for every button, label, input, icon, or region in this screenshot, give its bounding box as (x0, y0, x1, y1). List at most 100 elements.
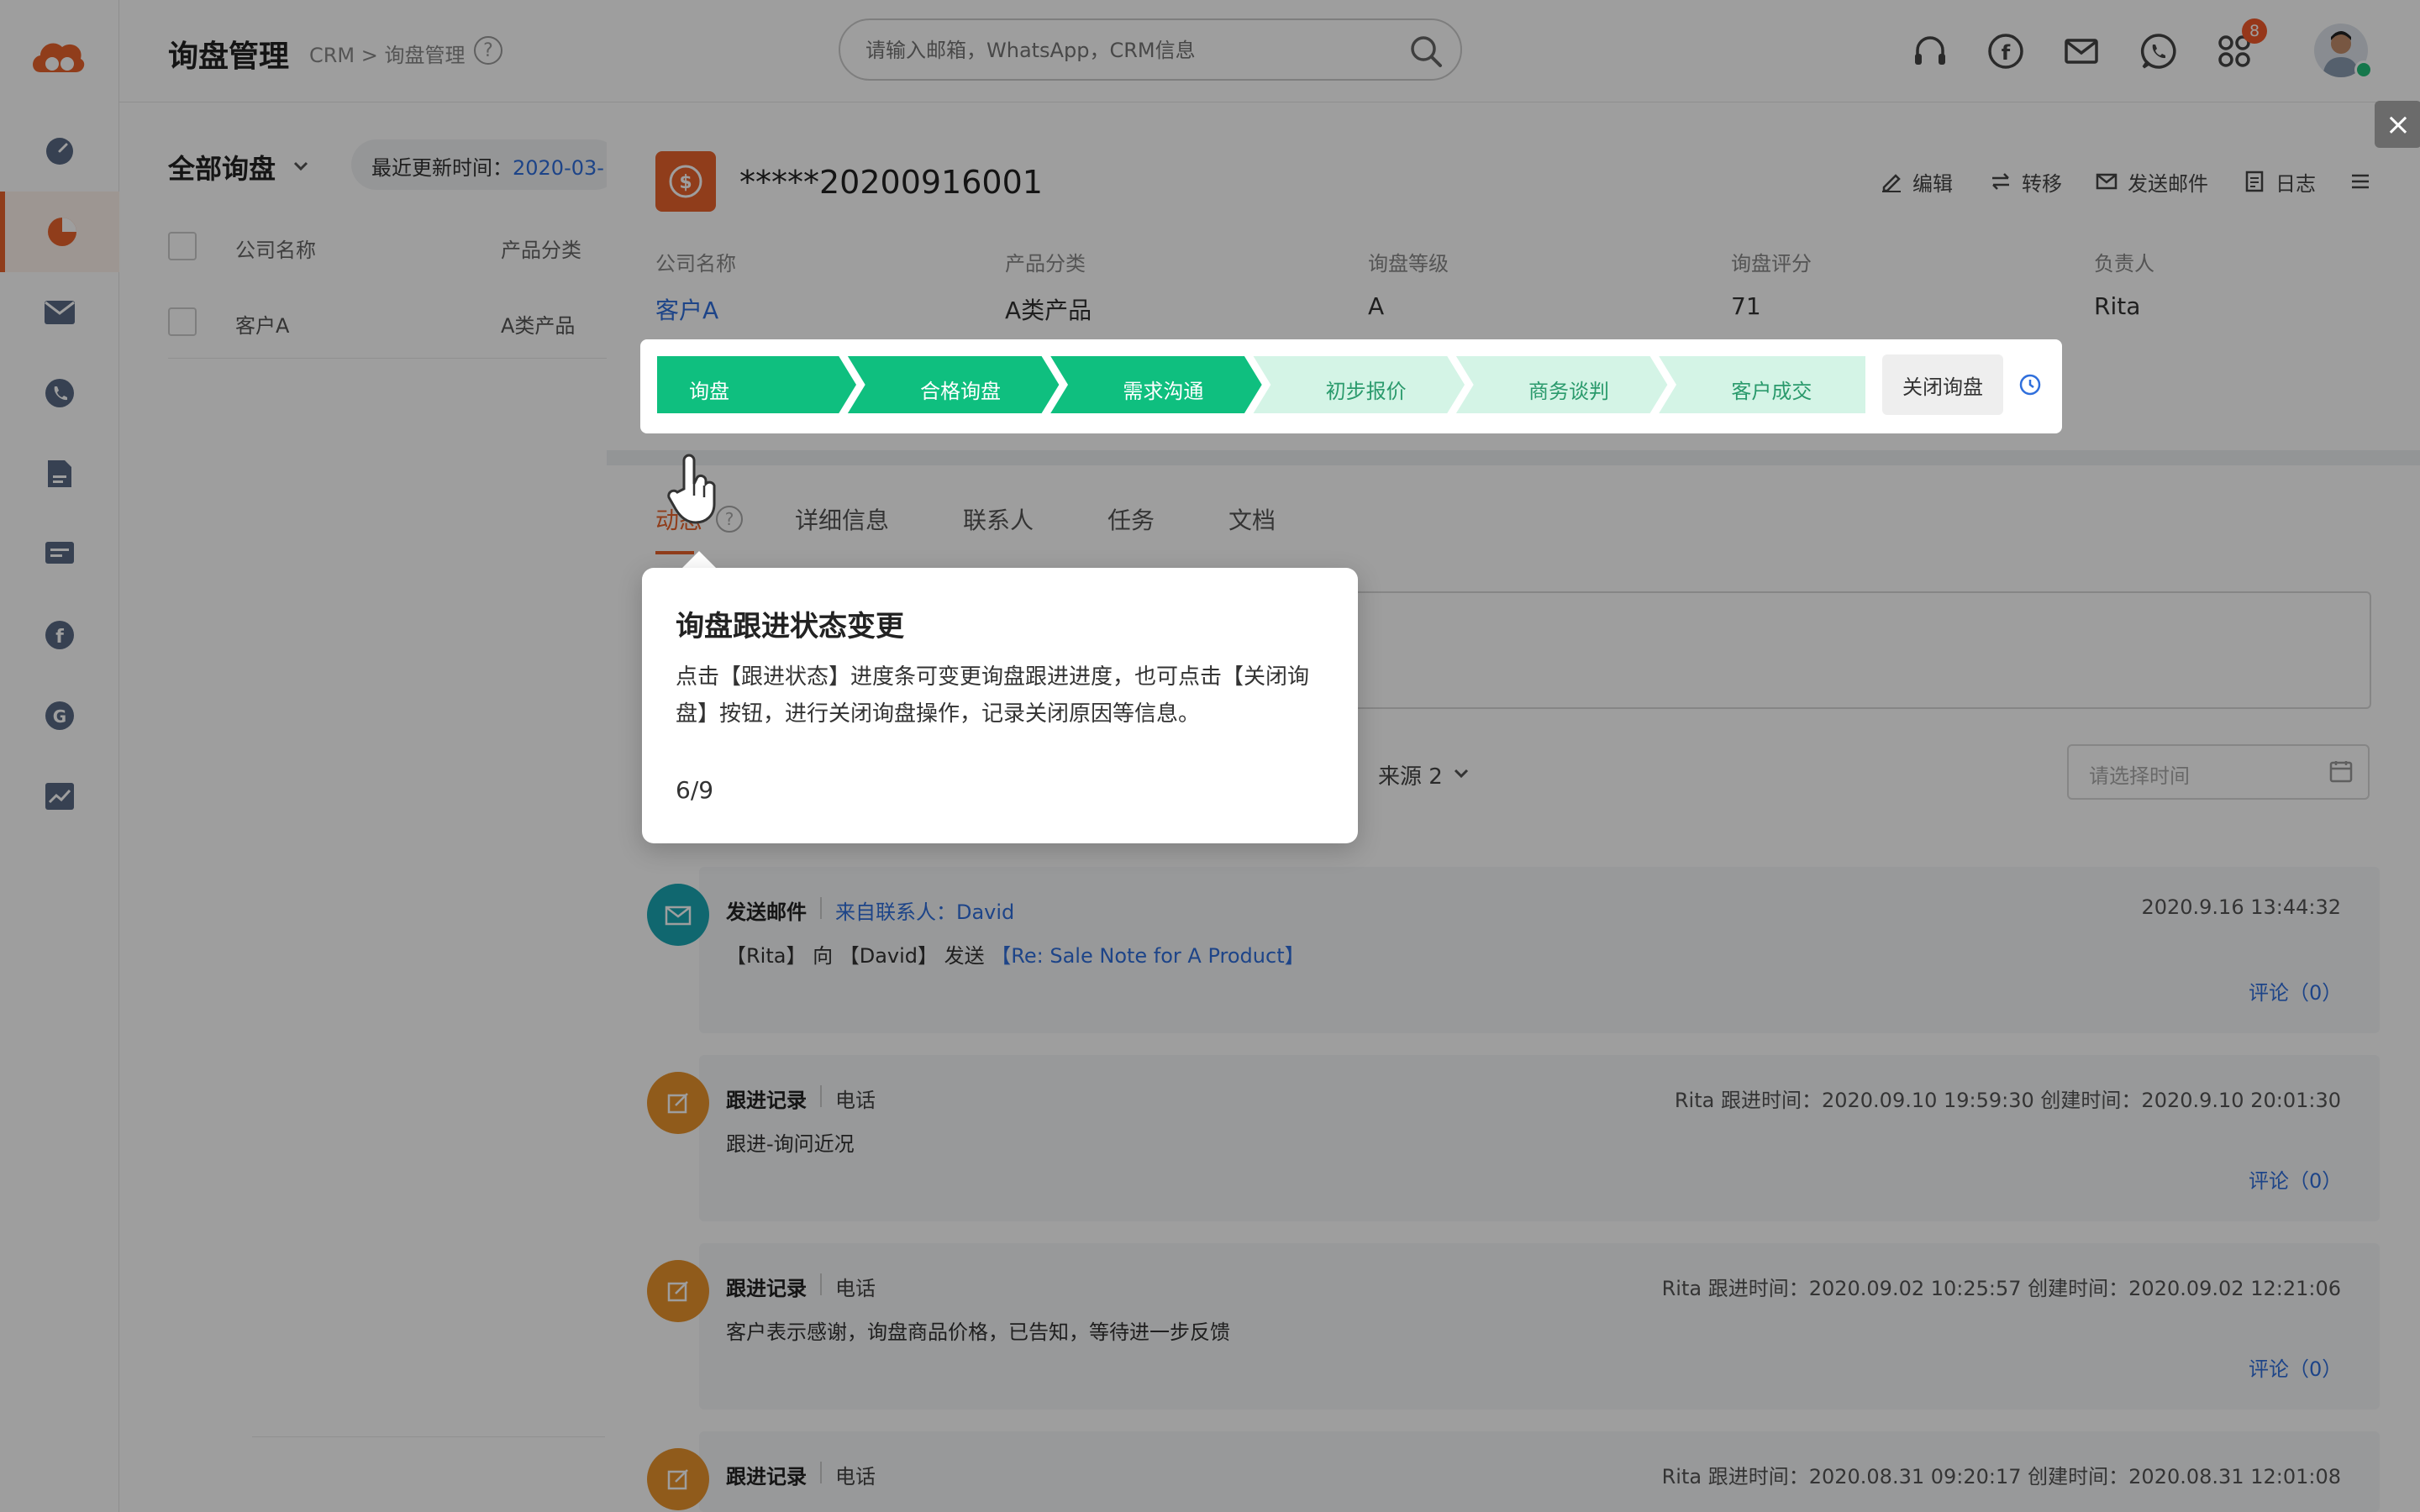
filter-pill[interactable]: 最近更新时间：2020-03- (351, 139, 620, 190)
row-category: A类产品 (501, 314, 576, 338)
clock-icon[interactable] (2018, 373, 2042, 396)
stage-progress-bar[interactable] (655, 354, 1867, 415)
tooltip-body: 点击【跟进状态】进度条可变更询盘跟进进度，也可点击【关闭询盘】按钮，进行关闭询盘… (676, 664, 1310, 727)
sidebar-item-inquiries[interactable] (0, 192, 119, 272)
inquiry-list-panel: 全部询盘 最近更新时间：2020-03- 公司名称 产品分类 客户A A类产品 (119, 102, 620, 1512)
tab-tasks[interactable]: 任务 (1107, 502, 1155, 536)
list-title[interactable]: 全部询盘 (168, 148, 276, 186)
stage-step[interactable] (655, 354, 860, 415)
headset-icon[interactable] (1911, 32, 1949, 71)
follow-up-icon (647, 1072, 709, 1134)
log-icon (2244, 171, 2265, 192)
tab-details[interactable]: 详细信息 (795, 502, 889, 536)
sidebar-item-facebook[interactable]: f (0, 595, 119, 675)
sidebar-item-mail[interactable] (0, 272, 119, 353)
comment-link[interactable]: 评论（0） (2249, 1164, 2342, 1194)
tab-documents[interactable]: 文档 (1228, 502, 1276, 536)
field-label-owner: 负责人 (2094, 252, 2154, 276)
log-label: 日志 (2275, 171, 2316, 196)
email-subject-link[interactable]: 【Re: Sale Note for A Product】 (991, 944, 1304, 968)
search-icon[interactable] (1408, 34, 1444, 69)
sidebar-item-analytics[interactable] (0, 756, 119, 837)
close-icon[interactable]: × (2375, 101, 2420, 148)
deal-id: *****20200916001 (739, 164, 1043, 201)
comment-link[interactable]: 评论（0） (2249, 976, 2342, 1005)
send-email-button[interactable]: 发送邮件 (2096, 168, 2208, 196)
edit-label: 编辑 (1912, 171, 1953, 196)
field-label-score: 询盘评分 (1731, 252, 1812, 276)
sidebar-item-phone[interactable] (0, 353, 119, 433)
tooltip-arrow (681, 551, 718, 570)
separator (820, 1462, 822, 1483)
filter-value: 2020-03- (513, 156, 604, 180)
timeline-body: 跟进-询问近况 (726, 1132, 855, 1156)
svg-text:f: f (2002, 41, 2011, 65)
field-label-level: 询盘等级 (1368, 252, 1449, 276)
onboarding-tooltip: 询盘跟进状态变更 点击【跟进状态】进度条可变更询盘跟进进度，也可点击【关闭询盘】… (642, 568, 1358, 843)
online-status-dot (2354, 60, 2373, 79)
global-search (839, 18, 1462, 81)
timeline-meta: 2020.9.16 13:44:32 (2141, 895, 2341, 919)
email-sent-icon (647, 884, 709, 946)
facebook-icon[interactable]: f (1986, 32, 2025, 71)
mail-icon (43, 296, 76, 329)
document-icon (43, 457, 76, 491)
field-value-company[interactable]: 客户A (655, 292, 718, 326)
search-input[interactable] (865, 34, 1370, 67)
help-icon[interactable]: ? (474, 36, 502, 65)
more-menu-icon[interactable] (2349, 168, 2371, 195)
whatsapp-icon[interactable] (2139, 32, 2178, 71)
field-value-owner: Rita (2094, 292, 2141, 320)
svg-text:G: G (53, 706, 66, 727)
field-value-level: A (1368, 292, 1385, 320)
trend-chart-icon (43, 780, 76, 813)
field-label-category: 产品分类 (1005, 252, 1086, 276)
calendar-icon[interactable] (2329, 759, 2353, 783)
timeline-body: 【Rita】 向 【David】 发送 【Re: Sale Note for A… (726, 939, 1305, 969)
column-header-company: 公司名称 (235, 239, 316, 262)
timeline-contact-link[interactable]: 来自联系人：David (835, 895, 1014, 925)
separator (820, 897, 822, 919)
svg-text:$: $ (679, 172, 692, 193)
mail-icon[interactable] (2062, 32, 2101, 71)
filter-label: 最近更新时间： (371, 156, 513, 180)
timeline-meta: Rita 跟进时间：2020.09.02 10:25:57 创建时间：2020.… (1661, 1277, 2341, 1300)
message-icon (43, 538, 76, 571)
chevron-down-icon (1453, 763, 1470, 788)
timeline-card (699, 1055, 2380, 1221)
select-all-checkbox[interactable] (168, 232, 197, 260)
follow-up-icon (647, 1448, 709, 1510)
app-logo[interactable] (29, 30, 87, 81)
hand-cursor-icon (664, 452, 724, 524)
svg-text:f: f (55, 627, 64, 648)
phone-icon (43, 376, 76, 410)
mail-icon (2096, 171, 2118, 192)
sidebar-item-google[interactable]: G (0, 675, 119, 756)
chevron-down-icon[interactable] (292, 156, 309, 173)
row-company[interactable]: 客户A (235, 309, 289, 339)
notification-badge: 8 (2242, 18, 2267, 44)
tab-contacts[interactable]: 联系人 (963, 502, 1034, 536)
divider (252, 1436, 605, 1437)
timeline-type: 跟进记录 (726, 1277, 807, 1300)
sidebar-item-documents[interactable] (0, 433, 119, 514)
row-checkbox[interactable] (168, 307, 197, 336)
close-inquiry-button[interactable]: 关闭询盘 (1882, 354, 2003, 415)
sidebar-item-messages[interactable] (0, 514, 119, 595)
pie-chart-icon (45, 215, 79, 249)
log-button[interactable]: 日志 (2244, 168, 2316, 196)
stage-step-label: 客户成交 (1731, 380, 1812, 403)
timeline-channel: 电话 (835, 1465, 876, 1488)
source-filter[interactable]: 来源 2 (1378, 759, 1470, 790)
edit-button[interactable]: 编辑 (1881, 168, 1953, 196)
sidebar-item-dashboard[interactable] (0, 111, 119, 192)
divider (168, 358, 613, 359)
stage-step-label: 询盘 (689, 380, 729, 403)
separator (820, 1273, 822, 1295)
date-picker[interactable]: 请选择时间 (2067, 744, 2370, 800)
transfer-button[interactable]: 转移 (1990, 168, 2062, 196)
activity-input[interactable] (1319, 591, 2371, 709)
stage-step-label: 合格询盘 (920, 380, 1001, 403)
comment-link[interactable]: 评论（0） (2249, 1352, 2342, 1382)
facebook-icon: f (43, 618, 76, 652)
